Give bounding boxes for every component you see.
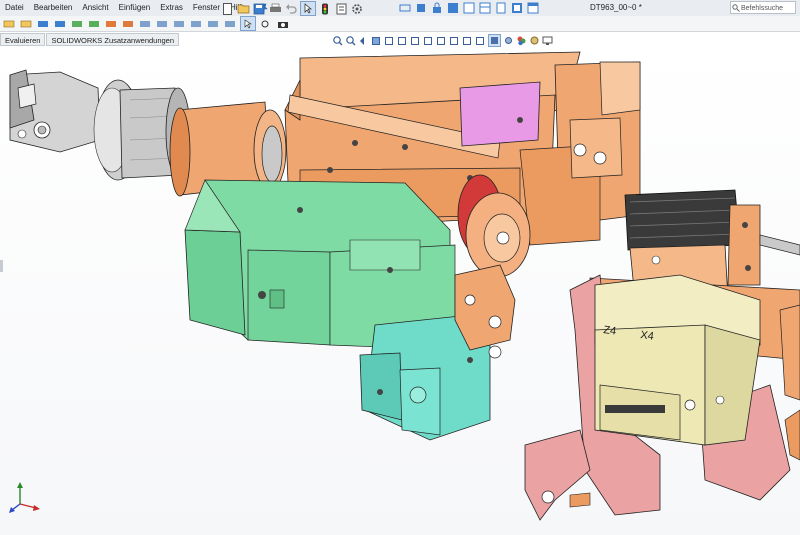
mass-icon[interactable] bbox=[414, 1, 428, 14]
spindle-grey-part[interactable] bbox=[9, 69, 191, 181]
view-bottom-icon[interactable] bbox=[449, 35, 460, 46]
simulation-icon[interactable] bbox=[223, 17, 237, 30]
sheet-icon[interactable] bbox=[462, 1, 476, 14]
mate-icon[interactable] bbox=[53, 17, 67, 30]
file-properties-icon[interactable] bbox=[334, 2, 348, 15]
evaluate-icon[interactable] bbox=[206, 17, 220, 30]
tab-solidworks-addins[interactable]: SOLIDWORKS Zusatzanwendungen bbox=[46, 33, 180, 46]
window-icon[interactable] bbox=[526, 1, 540, 14]
hide-show-items-icon[interactable] bbox=[503, 35, 514, 46]
view-back-icon[interactable] bbox=[397, 35, 408, 46]
view-iso-icon[interactable] bbox=[462, 35, 473, 46]
coordinate-triad bbox=[8, 480, 42, 514]
appearance-icon[interactable] bbox=[155, 17, 169, 30]
save-all-icon[interactable] bbox=[446, 1, 460, 14]
right-edge-part[interactable] bbox=[779, 304, 800, 461]
menu-bearbeiten[interactable]: Bearbeiten bbox=[29, 0, 78, 16]
menu-einfuegen[interactable]: Einfügen bbox=[114, 0, 156, 16]
axis-label-z: Z4 bbox=[603, 324, 617, 338]
title-toolbar-extra bbox=[398, 1, 540, 14]
view-right-icon[interactable] bbox=[423, 35, 434, 46]
select-icon[interactable] bbox=[300, 1, 316, 16]
document-title: DT963_00~0 * bbox=[590, 3, 642, 12]
menu-ansicht[interactable]: Ansicht bbox=[77, 0, 113, 16]
save-icon[interactable] bbox=[252, 2, 266, 15]
view-heads-up-toolbar bbox=[332, 34, 553, 47]
search-placeholder: Befehlssuche bbox=[741, 5, 784, 12]
view-top-icon[interactable] bbox=[436, 35, 447, 46]
menu-datei[interactable]: Datei bbox=[0, 0, 29, 16]
options-icon[interactable] bbox=[350, 2, 364, 15]
previous-view-icon[interactable] bbox=[358, 35, 369, 46]
move-icon[interactable] bbox=[70, 17, 84, 30]
sketch-icon[interactable] bbox=[121, 17, 135, 30]
view-left-icon[interactable] bbox=[410, 35, 421, 46]
rebuild-icon[interactable] bbox=[318, 2, 332, 15]
export-icon[interactable] bbox=[510, 1, 524, 14]
view-trimetric-icon[interactable] bbox=[475, 35, 486, 46]
hide-show-icon[interactable] bbox=[138, 17, 152, 30]
command-tabs: Evaluieren SOLIDWORKS Zusatzanwendungen bbox=[0, 33, 180, 46]
feature-icon[interactable] bbox=[104, 17, 118, 30]
print-icon[interactable] bbox=[268, 2, 282, 15]
graphics-area[interactable]: Z4 X4 bbox=[0, 47, 800, 535]
search-input[interactable]: Befehlssuche bbox=[730, 1, 796, 14]
display-style-icon[interactable] bbox=[488, 34, 501, 47]
panel-collapse-handle[interactable] bbox=[0, 260, 3, 272]
reference-icon[interactable] bbox=[172, 17, 186, 30]
zoom-tool-icon[interactable] bbox=[259, 17, 273, 30]
measure-icon[interactable] bbox=[398, 1, 412, 14]
standard-toolbar bbox=[0, 16, 800, 32]
zoom-to-fit-icon[interactable] bbox=[332, 35, 343, 46]
menu-extras[interactable]: Extras bbox=[155, 0, 188, 16]
section-view-icon[interactable] bbox=[371, 35, 382, 46]
edit-appearance-icon[interactable] bbox=[516, 35, 527, 46]
scene-icon[interactable] bbox=[529, 35, 540, 46]
camera-icon[interactable] bbox=[276, 17, 290, 30]
tab-evaluieren[interactable]: Evaluieren bbox=[0, 33, 46, 46]
yellow-cross-slide[interactable]: Z4 X4 bbox=[594, 274, 761, 446]
explode-icon[interactable] bbox=[87, 17, 101, 30]
new-icon[interactable] bbox=[220, 2, 234, 15]
doc-icon[interactable] bbox=[494, 1, 508, 14]
instant3d-icon[interactable] bbox=[36, 17, 50, 30]
view-front-icon[interactable] bbox=[384, 35, 395, 46]
zoom-area-icon[interactable] bbox=[345, 35, 356, 46]
open-icon[interactable] bbox=[236, 2, 250, 15]
view-settings-icon[interactable] bbox=[542, 35, 553, 46]
select-filter-icon[interactable] bbox=[2, 17, 16, 30]
cursor-tool-icon[interactable] bbox=[240, 16, 256, 31]
quick-access-toolbar bbox=[220, 1, 364, 16]
toggle-select-icon[interactable] bbox=[189, 17, 203, 30]
undo-icon[interactable] bbox=[284, 2, 298, 15]
lock-icon[interactable] bbox=[430, 1, 444, 14]
table-icon[interactable] bbox=[478, 1, 492, 14]
component-icon[interactable] bbox=[19, 17, 33, 30]
assembly-model[interactable]: Z4 X4 bbox=[0, 47, 800, 535]
axis-label-x: X4 bbox=[640, 329, 655, 343]
